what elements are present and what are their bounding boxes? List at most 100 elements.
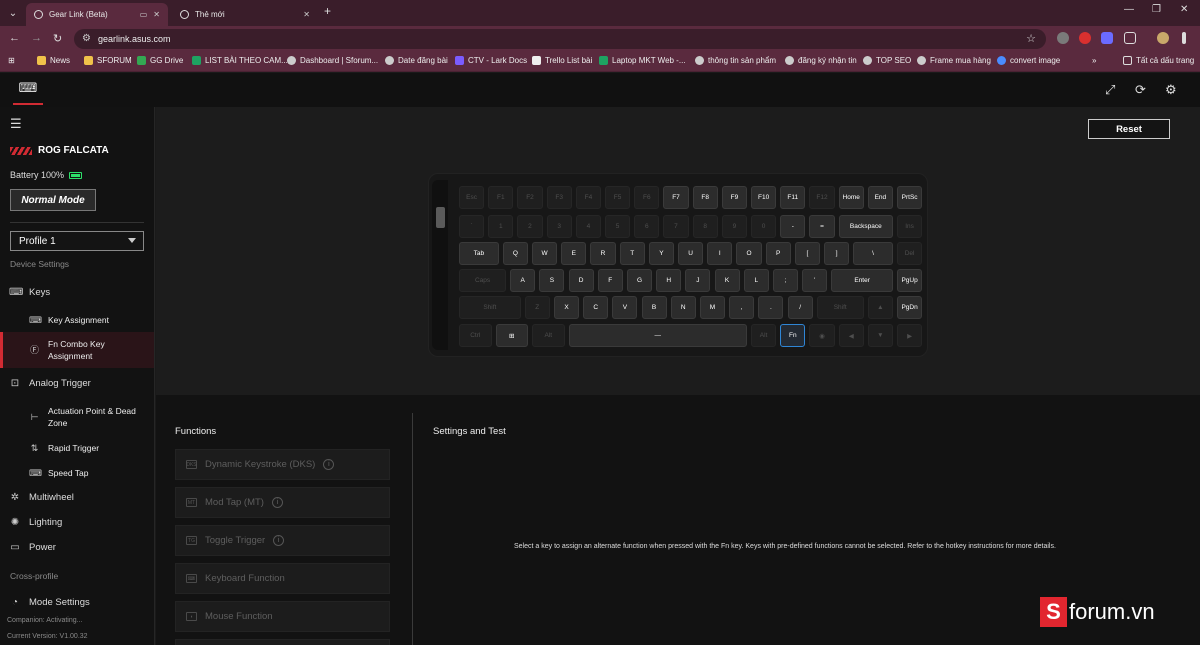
key-row4-9[interactable]: L <box>743 269 769 292</box>
key-row1-7[interactable]: F7 <box>663 186 689 209</box>
function-dks[interactable]: DKS Dynamic Keystroke (DKS) i <box>175 449 390 480</box>
bookmark-thong-tin[interactable]: thông tin sản phẩm <box>695 56 776 65</box>
key-row2-10[interactable]: 0 <box>751 215 777 238</box>
address-bar[interactable]: ⚙ gearlink.asus.com ☆ <box>74 29 1046 49</box>
key-row1-13[interactable]: Home <box>838 186 864 209</box>
key-row2-14[interactable]: Ins <box>897 215 923 238</box>
key-row2-2[interactable]: 2 <box>517 215 543 238</box>
key-row5-4[interactable]: V <box>612 296 638 319</box>
key-row3-7[interactable]: U <box>678 242 704 265</box>
hamburger-menu-icon[interactable]: ☰ <box>10 116 22 132</box>
key-row1-15[interactable]: PrtSc <box>897 186 923 209</box>
key-row2-8[interactable]: 8 <box>692 215 718 238</box>
info-icon[interactable]: i <box>323 459 335 470</box>
key-row3-2[interactable]: W <box>532 242 558 265</box>
adblock-plus-icon[interactable] <box>1079 32 1091 44</box>
key-row2-9[interactable]: 9 <box>721 215 747 238</box>
function-mouse[interactable]: ◖ Mouse Function <box>175 601 390 632</box>
nav-actuation-point[interactable]: ⊢ Actuation Point & Dead Zone <box>0 404 154 430</box>
key-row6-5[interactable]: Fn <box>780 324 806 347</box>
back-arrow-icon[interactable]: ← <box>9 32 20 44</box>
key-row5-10[interactable]: / <box>787 296 813 319</box>
key-row4-8[interactable]: K <box>714 269 740 292</box>
key-row6-3[interactable]: — <box>568 324 747 347</box>
key-row3-0[interactable]: Tab <box>459 242 499 265</box>
bookmark-frame-mua-hang[interactable]: Frame mua hàng <box>917 56 991 65</box>
nav-fn-combo-key-assignment[interactable]: Ⓕ Fn Combo Key Assignment <box>0 332 154 368</box>
key-row6-0[interactable]: Ctrl <box>459 324 492 347</box>
info-icon[interactable]: i <box>273 535 285 546</box>
key-row2-0[interactable]: ` <box>459 215 485 238</box>
key-row1-9[interactable]: F9 <box>721 186 747 209</box>
key-row2-6[interactable]: 6 <box>634 215 660 238</box>
key-row1-8[interactable]: F8 <box>692 186 718 209</box>
info-icon[interactable]: i <box>271 497 283 508</box>
key-row6-2[interactable]: Alt <box>532 324 565 347</box>
key-row3-4[interactable]: R <box>590 242 616 265</box>
key-row3-12[interactable]: ] <box>824 242 850 265</box>
key-row5-7[interactable]: M <box>699 296 726 319</box>
nav-rapid-trigger[interactable]: ⇅ Rapid Trigger <box>0 441 154 455</box>
bookmark-star-icon[interactable]: ☆ <box>1026 32 1036 45</box>
close-tab-icon[interactable]: ✕ <box>303 10 310 19</box>
key-row3-11[interactable]: [ <box>794 242 820 265</box>
key-row4-6[interactable]: H <box>656 269 682 292</box>
key-row3-14[interactable]: Del <box>897 242 923 265</box>
key-row5-12[interactable]: ▲ <box>867 296 893 319</box>
key-row3-5[interactable]: T <box>619 242 645 265</box>
bookmark-top-seo[interactable]: TOP SEO <box>863 56 911 65</box>
key-row5-5[interactable]: B <box>641 296 667 319</box>
key-row5-6[interactable]: N <box>670 296 696 319</box>
function-mod-tap[interactable]: MT Mod Tap (MT) i <box>175 487 390 518</box>
key-row1-12[interactable]: F12 <box>809 186 835 209</box>
bookmark-gg-drive[interactable]: GG Drive <box>137 56 183 65</box>
bookmark-convert-image[interactable]: convert image <box>997 56 1060 65</box>
apps-grid-icon[interactable]: ⊞ <box>8 56 15 65</box>
key-row3-3[interactable]: E <box>561 242 587 265</box>
tab-search-icon[interactable]: ⌄ <box>4 4 22 22</box>
more-bookmarks-icon[interactable]: » <box>1092 56 1096 65</box>
key-row5-1[interactable]: Z <box>524 296 550 319</box>
key-row6-6[interactable]: ◉ <box>809 324 835 347</box>
key-row2-11[interactable]: - <box>780 215 806 238</box>
key-row3-9[interactable]: O <box>736 242 762 265</box>
key-row1-4[interactable]: F4 <box>575 186 601 209</box>
function-keyboard[interactable]: ⌨ Keyboard Function <box>175 563 390 594</box>
site-info-icon[interactable]: ⚙ <box>82 33 91 44</box>
nav-analog-trigger[interactable]: ⊡ Analog Trigger <box>9 378 91 389</box>
key-row2-12[interactable]: = <box>809 215 835 238</box>
bookmark-dashboard[interactable]: Dashboard | Sforum... <box>287 56 378 65</box>
key-row2-13[interactable]: Backspace <box>838 215 893 238</box>
key-row1-10[interactable]: F10 <box>751 186 777 209</box>
extensions-puzzle-icon[interactable] <box>1124 32 1136 44</box>
key-row2-3[interactable]: 3 <box>546 215 572 238</box>
key-row1-6[interactable]: F6 <box>634 186 660 209</box>
profile-avatar[interactable] <box>1157 32 1169 44</box>
bookmark-ctv-lark[interactable]: CTV - Lark Docs <box>455 56 527 65</box>
key-row5-0[interactable]: Shift <box>459 296 521 319</box>
key-row4-7[interactable]: J <box>685 269 711 292</box>
key-row3-6[interactable]: Y <box>648 242 674 265</box>
device-keyboard-icon[interactable]: ⌨ <box>13 73 43 105</box>
key-row1-11[interactable]: F11 <box>780 186 806 209</box>
key-row4-11[interactable]: ' <box>802 269 828 292</box>
nav-multiwheel[interactable]: ✲ Multiwheel <box>9 492 74 503</box>
key-row4-2[interactable]: S <box>539 269 565 292</box>
key-row1-14[interactable]: End <box>867 186 893 209</box>
key-row6-9[interactable]: ▶ <box>897 324 923 347</box>
key-row3-10[interactable]: P <box>765 242 791 265</box>
key-row1-1[interactable]: F1 <box>488 186 514 209</box>
bookmark-list-bai[interactable]: LIST BÀI THEO CAM... <box>192 56 288 65</box>
reload-icon[interactable]: ↻ <box>53 32 62 45</box>
key-row5-3[interactable]: C <box>583 296 609 319</box>
feedback-icon[interactable]: ⤢ <box>1105 82 1115 98</box>
key-row5-2[interactable]: X <box>553 296 580 319</box>
nav-lighting[interactable]: ✺ Lighting <box>9 517 62 528</box>
new-tab-plus-icon[interactable]: + <box>324 4 331 18</box>
key-row2-4[interactable]: 4 <box>575 215 601 238</box>
key-row4-3[interactable]: D <box>568 269 594 292</box>
tab-new-tab[interactable]: Thẻ mới ✕ <box>172 3 318 26</box>
key-row6-1[interactable]: ⊞ <box>495 324 528 347</box>
minimize-icon[interactable]: — <box>1124 4 1134 15</box>
function-more[interactable] <box>175 639 390 645</box>
